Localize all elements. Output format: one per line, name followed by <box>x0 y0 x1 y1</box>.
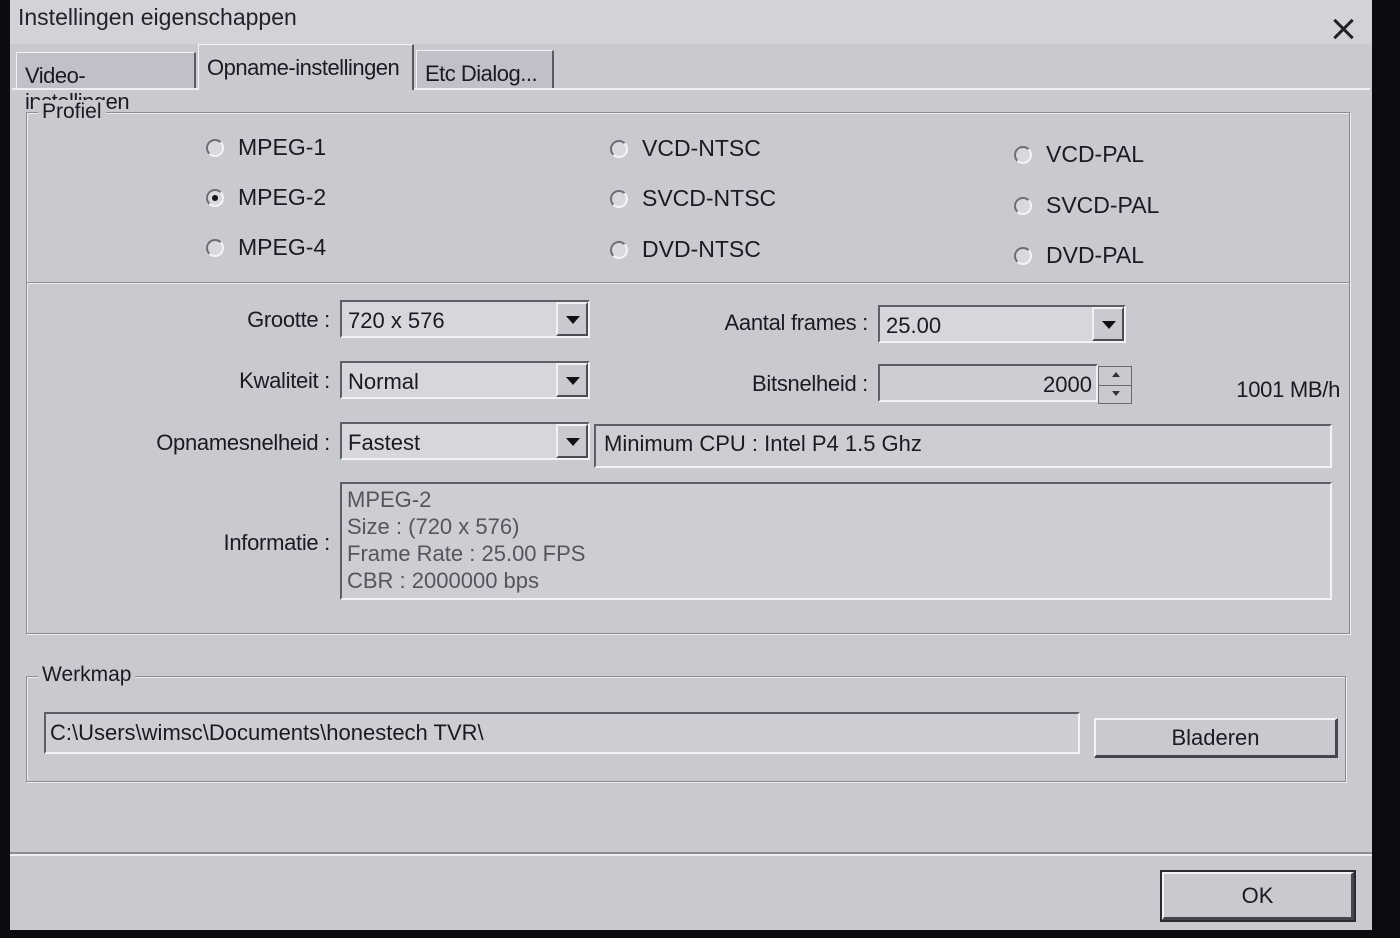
radio-svcd-ntsc[interactable]: SVCD-NTSC <box>610 185 776 212</box>
radio-button-icon <box>206 138 224 157</box>
window-title: Instellingen eigenschappen <box>18 4 297 30</box>
radio-button-icon <box>610 189 628 208</box>
radio-label: VCD-NTSC <box>642 135 761 161</box>
radio-mpeg1[interactable]: MPEG-1 <box>206 134 326 161</box>
radio-button-icon <box>1014 246 1032 265</box>
radio-dvd-ntsc[interactable]: DVD-NTSC <box>610 236 761 263</box>
rate-per-hour: 1001 MB/h <box>1236 377 1340 402</box>
radio-button-icon <box>1014 145 1032 164</box>
frames-label: Aantal frames : <box>724 310 869 335</box>
info-line: MPEG-2 <box>347 487 432 512</box>
browse-button[interactable]: Bladeren <box>1094 718 1338 758</box>
frames-select[interactable]: 25.00 <box>878 305 1126 343</box>
radio-button-icon <box>1014 196 1032 215</box>
tab-video-settings[interactable]: Video-instellingen <box>16 52 196 114</box>
info-line: Frame Rate : 25.00 FPS <box>347 541 586 566</box>
radio-label: MPEG-2 <box>238 184 327 210</box>
bitrate-label: Bitsnelheid : <box>752 371 868 396</box>
profile-separator <box>27 282 1349 283</box>
close-icon[interactable] <box>1328 16 1358 46</box>
size-value: 720 x 576 <box>348 308 445 333</box>
chevron-down-icon[interactable] <box>1092 307 1124 341</box>
radio-label: DVD-NTSC <box>642 236 761 262</box>
quality-value: Normal <box>348 369 419 394</box>
chevron-down-icon[interactable] <box>556 424 588 458</box>
radio-svcd-pal[interactable]: SVCD-PAL <box>1014 192 1159 219</box>
radio-label: MPEG-1 <box>238 134 327 160</box>
radio-mpeg4[interactable]: MPEG-4 <box>206 234 326 261</box>
browse-label: Bladeren <box>1171 724 1260 750</box>
min-cpu-text: Minimum CPU : Intel P4 1.5 Ghz <box>604 431 922 456</box>
spin-up-icon[interactable] <box>1099 367 1131 386</box>
radio-dvd-pal[interactable]: DVD-PAL <box>1014 242 1144 269</box>
info-box: MPEG-2 Size : (720 x 576) Frame Rate : 2… <box>340 482 1332 600</box>
speed-label: Opnamesnelheid : <box>156 430 330 455</box>
quality-select[interactable]: Normal <box>340 361 590 399</box>
bitrate-value: 2000 <box>1043 372 1092 397</box>
info-label: Informatie : <box>223 530 331 555</box>
speed-select[interactable]: Fastest <box>340 422 590 460</box>
title-bar: Instellingen eigenschappen <box>10 0 1372 44</box>
tab-recording-settings[interactable]: Opname-instellingen <box>198 44 414 90</box>
ok-button[interactable]: OK <box>1160 870 1356 922</box>
radio-label: VCD-PAL <box>1046 141 1144 167</box>
frames-value: 25.00 <box>886 313 942 338</box>
tab-label: Opname-instellingen <box>207 55 400 80</box>
radio-vcd-ntsc[interactable]: VCD-NTSC <box>610 135 761 162</box>
spin-down-icon[interactable] <box>1099 385 1131 403</box>
tab-label: Etc Dialog... <box>425 61 538 86</box>
radio-button-icon <box>206 188 224 207</box>
profile-legend: Profiel <box>38 100 106 124</box>
tab-etc-dialog[interactable]: Etc Dialog... <box>416 50 554 90</box>
info-line: CBR : 2000000 bps <box>347 568 540 593</box>
radio-mpeg2[interactable]: MPEG-2 <box>206 184 326 211</box>
radio-label: SVCD-PAL <box>1046 192 1160 218</box>
speed-value: Fastest <box>348 430 421 455</box>
size-select[interactable]: 720 x 576 <box>340 300 590 338</box>
radio-label: SVCD-NTSC <box>642 185 777 211</box>
radio-button-icon <box>610 139 628 158</box>
chevron-down-icon[interactable] <box>556 363 588 397</box>
ok-label: OK <box>1241 882 1274 908</box>
min-cpu-field: Minimum CPU : Intel P4 1.5 Ghz <box>594 424 1332 468</box>
bitrate-spinner[interactable] <box>1098 366 1132 404</box>
chevron-down-icon[interactable] <box>556 302 588 336</box>
properties-dialog: Instellingen eigenschappen Video-instell… <box>10 0 1372 930</box>
size-label: Grootte : <box>247 307 330 332</box>
radio-label: DVD-PAL <box>1046 242 1144 268</box>
radio-button-icon <box>610 240 628 259</box>
radio-label: MPEG-4 <box>238 234 327 260</box>
radio-vcd-pal[interactable]: VCD-PAL <box>1014 141 1144 168</box>
radio-button-icon <box>206 238 224 257</box>
workdir-path: C:\Users\wimsc\Documents\honestech TVR\ <box>50 720 484 745</box>
info-line: Size : (720 x 576) <box>347 514 520 539</box>
footer-separator <box>10 852 1372 854</box>
quality-label: Kwaliteit : <box>239 368 330 393</box>
workdir-legend: Werkmap <box>38 663 136 687</box>
workdir-path-field[interactable]: C:\Users\wimsc\Documents\honestech TVR\ <box>44 712 1080 754</box>
bitrate-input[interactable]: 2000 <box>878 364 1098 402</box>
